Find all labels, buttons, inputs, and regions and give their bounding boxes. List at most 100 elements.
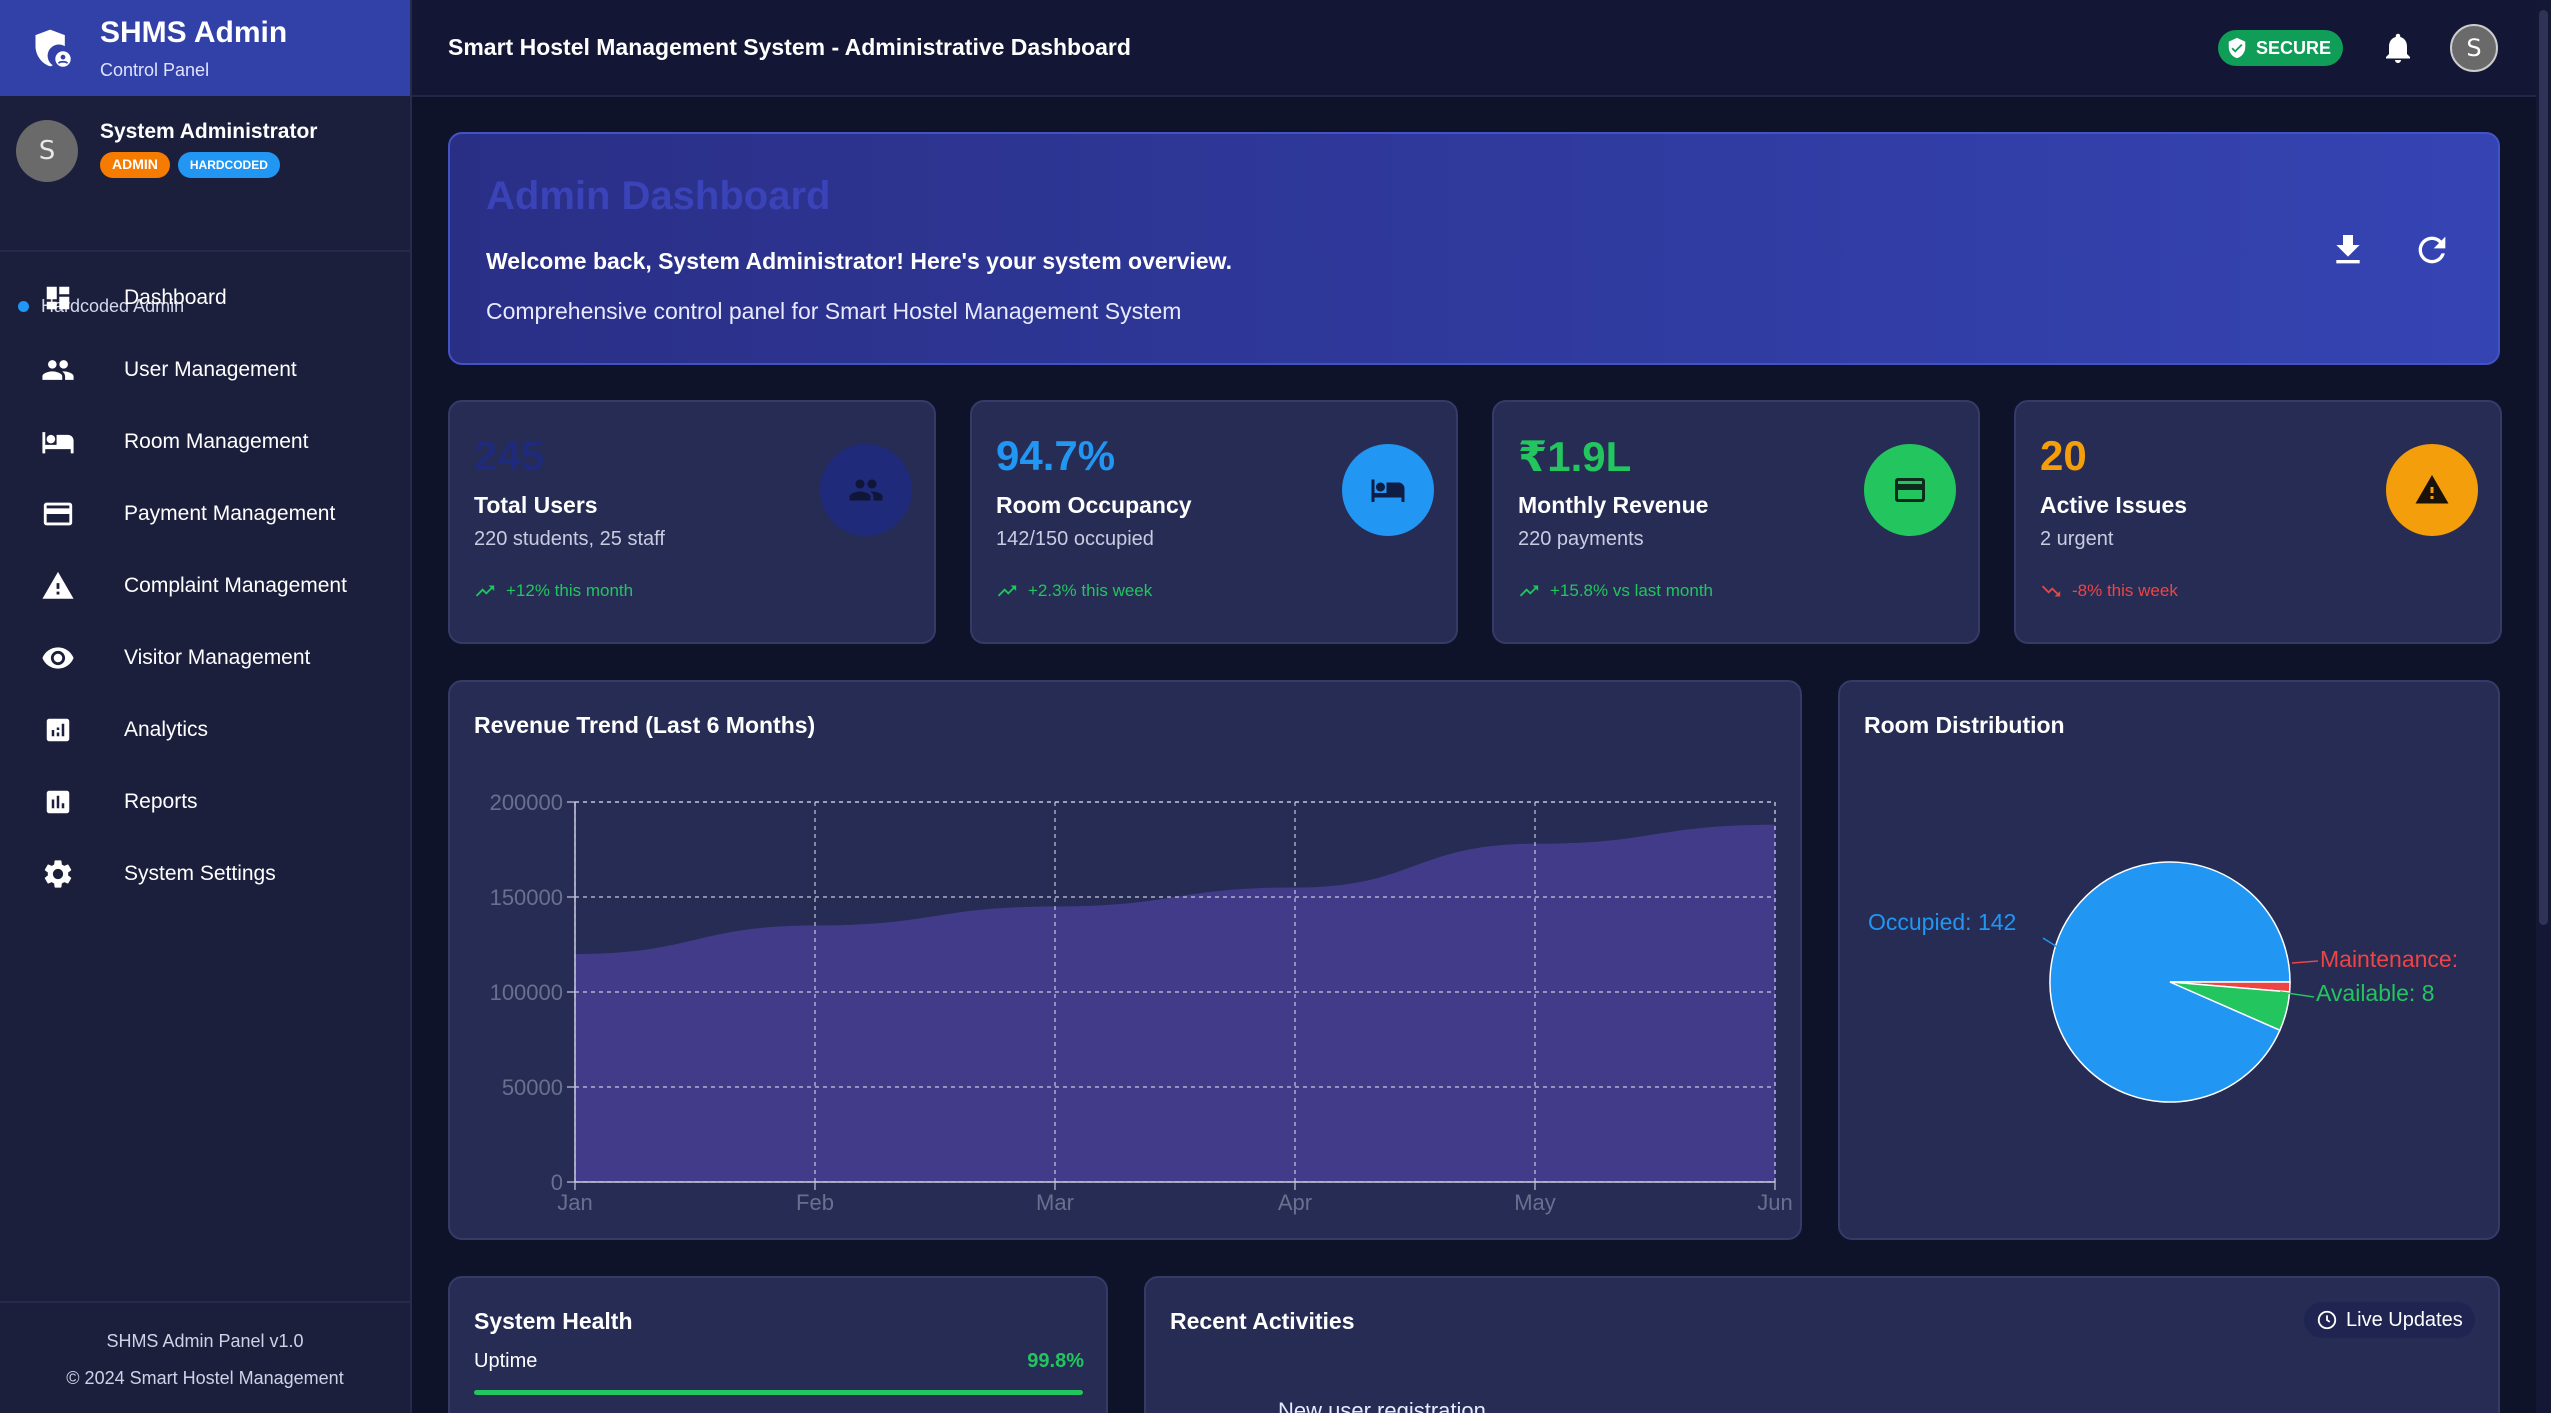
activity-item: New user registration [1278, 1398, 1486, 1413]
stat-value: ₹1.9L [1518, 433, 1632, 480]
stat-value: 94.7% [996, 432, 1116, 479]
stat-subtext: 220 payments [1518, 528, 1644, 550]
stat-card-occupancy[interactable]: 94.7% Room Occupancy 142/150 occupied +2… [970, 400, 1458, 644]
stat-subtext: 220 students, 25 staff [474, 528, 665, 550]
stat-icon-circle [820, 444, 912, 536]
stat-trend: -8% this week [2040, 580, 2178, 602]
x-tick-label: May [1514, 1190, 1556, 1215]
stat-icon-circle [1342, 444, 1434, 536]
refresh-icon[interactable] [2412, 230, 2452, 270]
sidebar-item-dashboard[interactable]: Dashboard [0, 262, 410, 334]
trending-down-icon [2041, 585, 2061, 597]
uptime-label: Uptime [474, 1350, 538, 1372]
role-badge: ADMIN [100, 152, 170, 178]
sidebar-item-system-settings[interactable]: System Settings [0, 838, 410, 910]
sidebar-item-label: Room Management [124, 430, 309, 453]
brand-subtitle: Control Panel [100, 59, 210, 80]
page-scrollbar[interactable] [2536, 0, 2551, 1413]
sidebar-item-complaint-management[interactable]: Complaint Management [0, 550, 410, 622]
pie-slice-label: Available: 8 [2316, 980, 2435, 1006]
y-tick-label: 50000 [502, 1075, 563, 1100]
download-icon[interactable] [2328, 230, 2368, 270]
x-tick-label: Jun [1757, 1190, 1792, 1215]
user-name: System Administrator [100, 120, 318, 143]
user-profile: S System Administrator ADMIN HARDCODED H… [0, 96, 410, 316]
trending-up-icon [997, 585, 1017, 597]
uptime-progress-fill [474, 1390, 1083, 1395]
sidebar-item-label: Dashboard [124, 286, 227, 309]
bar-chart-icon [40, 784, 76, 820]
avatar[interactable]: S [16, 120, 78, 182]
x-tick-label: Apr [1278, 1190, 1312, 1215]
uptime-row: Uptime 99.8% [474, 1350, 1084, 1373]
stat-icon-circle [1864, 444, 1956, 536]
analytics-icon [40, 712, 76, 748]
live-updates-label: Live Updates [2346, 1308, 2463, 1331]
stat-label: Room Occupancy [996, 492, 1192, 518]
credit-card-icon [1895, 478, 1925, 502]
sidebar-nav: Dashboard User Management Room Managemen… [0, 262, 410, 910]
sidebar-item-room-management[interactable]: Room Management [0, 406, 410, 478]
sidebar-item-label: System Settings [124, 862, 276, 885]
sidebar-item-label: User Management [124, 358, 297, 381]
trending-up-icon [1519, 585, 1539, 597]
welcome-banner: Admin Dashboard Welcome back, System Adm… [448, 132, 2500, 365]
stat-label: Total Users [474, 492, 598, 518]
secure-badge: SECURE [2218, 30, 2344, 66]
user-badges: ADMIN HARDCODED [100, 152, 280, 178]
gear-icon [40, 856, 76, 892]
stat-label: Active Issues [2040, 492, 2188, 518]
stat-card-users[interactable]: 245 Total Users 220 students, 25 staff +… [448, 400, 936, 644]
y-tick-label: 200000 [490, 790, 563, 815]
sidebar: SHMS Admin Control Panel S System Admini… [0, 0, 412, 1413]
sidebar-item-label: Analytics [124, 718, 209, 741]
brand-title: SHMS Admin [100, 15, 288, 49]
brand-header[interactable]: SHMS Admin Control Panel [0, 0, 410, 96]
bed-icon [40, 424, 76, 460]
top-avatar[interactable]: S [2450, 24, 2498, 72]
people-icon [849, 479, 883, 501]
clock-icon [2317, 1310, 2337, 1330]
recent-activities-card: Recent Activities Live Updates New user … [1144, 1276, 2500, 1413]
revenue-area-chart: 050000100000150000200000Jan Feb Mar Apr May J… [490, 790, 1793, 1215]
sidebar-item-payment-management[interactable]: Payment Management [0, 478, 410, 550]
live-updates-chip[interactable]: Live Updates [2304, 1302, 2475, 1338]
people-icon [40, 352, 76, 388]
eye-icon [40, 640, 76, 676]
credit-card-icon [40, 496, 76, 532]
pie-slice-label: Occupied: 142 [1868, 909, 2016, 935]
system-health-card: System Health Uptime 99.8% [448, 1276, 1108, 1413]
chart-title: Revenue Trend (Last 6 Months) [474, 712, 816, 738]
sidebar-item-reports[interactable]: Reports [0, 766, 410, 838]
sidebar-item-user-management[interactable]: User Management [0, 334, 410, 406]
app-title: Smart Hostel Management System - Adminis… [448, 34, 1131, 60]
scrollbar-thumb[interactable] [2539, 10, 2548, 925]
stat-value: 20 [2040, 432, 2087, 479]
stat-card-issues[interactable]: 20 Active Issues 2 urgent -8% this week [2014, 400, 2502, 644]
stat-trend-text: +12% this month [506, 581, 634, 600]
sidebar-item-visitor-management[interactable]: Visitor Management [0, 622, 410, 694]
pie-slice-label: Maintenance: [2320, 946, 2458, 972]
x-tick-label: Jan [557, 1190, 592, 1215]
page-title: Admin Dashboard [486, 174, 831, 218]
uptime-progress-bar [474, 1390, 1084, 1395]
sidebar-item-label: Visitor Management [124, 646, 311, 669]
top-bar: Smart Hostel Management System - Adminis… [412, 0, 2536, 97]
secure-label: SECURE [2256, 37, 2332, 58]
sidebar-item-analytics[interactable]: Analytics [0, 694, 410, 766]
stat-trend-text: +15.8% vs last month [1550, 581, 1714, 600]
y-tick-label: 100000 [490, 980, 563, 1005]
stat-trend-text: -8% this week [2072, 581, 2178, 600]
welcome-text: Welcome back, System Administrator! Here… [486, 248, 1233, 274]
room-distribution-card: Room Distribution Occupied: 142 Maintenan… [1838, 680, 2500, 1240]
notification-bell-icon[interactable] [2380, 30, 2416, 66]
stat-card-revenue[interactable]: ₹1.9L Monthly Revenue 220 payments +15.8… [1492, 400, 1980, 644]
pie-label-leader [2291, 960, 2319, 964]
admin-shield-icon [35, 29, 71, 67]
stat-trend-text: +2.3% this week [1028, 581, 1153, 600]
bed-icon [1371, 479, 1405, 502]
dashboard-icon [40, 280, 76, 316]
stat-trend: +15.8% vs last month [1518, 580, 1713, 602]
stat-subtext: 142/150 occupied [996, 528, 1154, 550]
stat-icon-circle [2386, 444, 2478, 536]
